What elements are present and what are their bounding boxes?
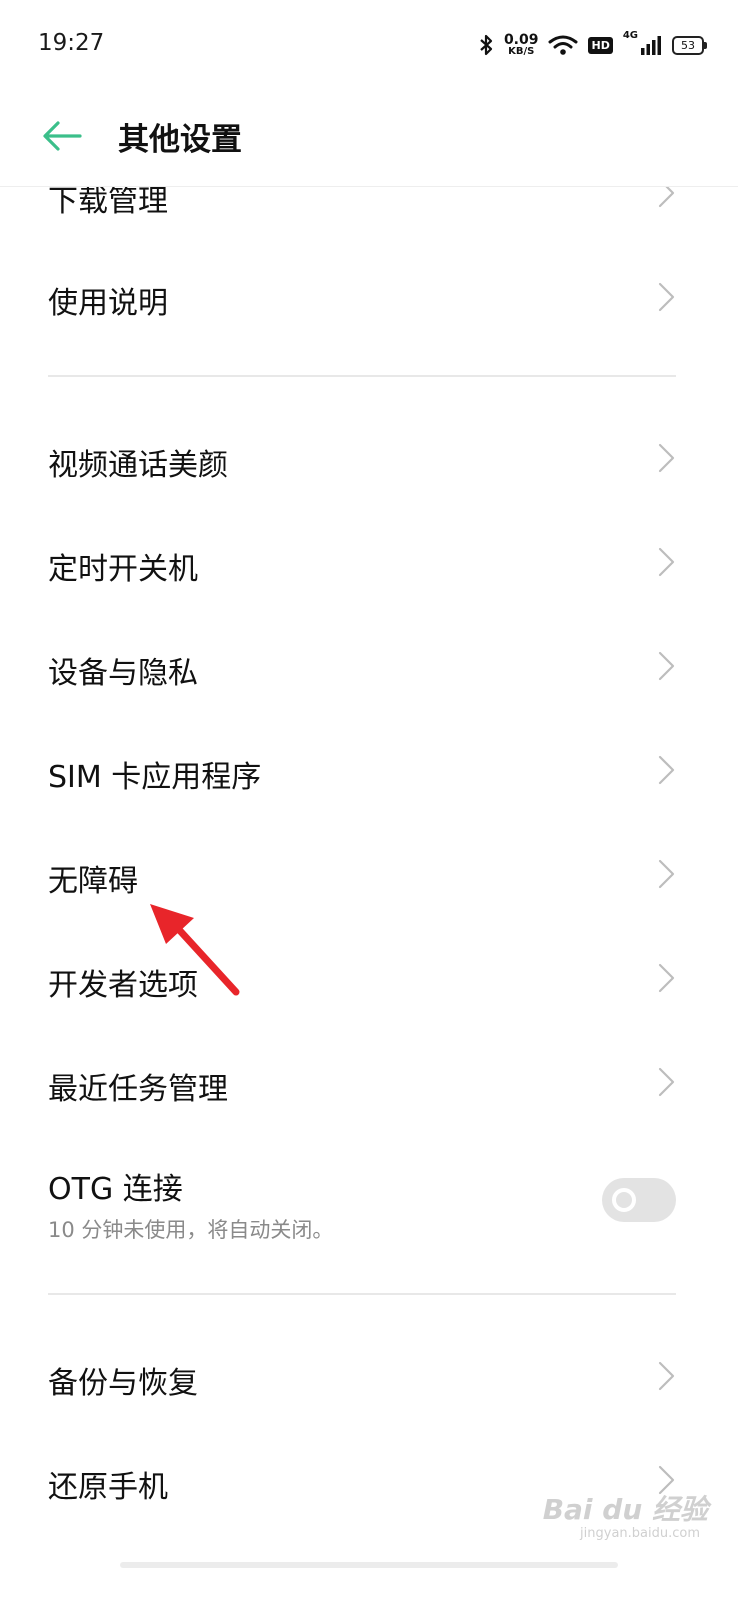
list-item-scheduled-power[interactable]: 定时开关机 — [0, 510, 738, 614]
list-item-backup-restore[interactable]: 备份与恢复 — [0, 1324, 738, 1428]
settings-list: 下载管理 使用说明 视频通话美颜 定时开关机 设备与隐私 SIM 卡应用程序 无… — [0, 0, 738, 1600]
baidu-watermark: Bai du 经验 — [542, 1493, 708, 1526]
list-item-label: 还原手机 — [48, 1470, 168, 1505]
scroll-edge-bar — [120, 1562, 618, 1568]
list-item-otg: OTG 连接 10 分钟未使用，将自动关闭。 — [0, 1134, 738, 1264]
list-item-accessibility[interactable]: 无障碍 — [0, 822, 738, 926]
list-item-label: OTG 连接 — [48, 1172, 183, 1207]
list-item-recent-tasks[interactable]: 最近任务管理 — [0, 1030, 738, 1134]
list-item-label: 无障碍 — [48, 864, 138, 899]
chevron-right-icon — [658, 651, 675, 681]
list-item-device-privacy[interactable]: 设备与隐私 — [0, 614, 738, 718]
chevron-right-icon — [658, 1361, 675, 1391]
otg-toggle[interactable] — [602, 1178, 676, 1222]
list-item-label: 定时开关机 — [48, 552, 198, 587]
list-item-video-call-beauty[interactable]: 视频通话美颜 — [0, 406, 738, 510]
list-item-developer-options[interactable]: 开发者选项 — [0, 926, 738, 1030]
chevron-right-icon — [658, 547, 675, 577]
list-item-label: 开发者选项 — [48, 968, 198, 1003]
chevron-right-icon — [658, 963, 675, 993]
toggle-knob — [612, 1188, 636, 1212]
list-item-label: 视频通话美颜 — [48, 448, 228, 483]
section-divider — [48, 375, 676, 377]
list-item-label: 设备与隐私 — [48, 656, 198, 691]
chevron-right-icon — [658, 755, 675, 785]
chevron-right-icon — [658, 443, 675, 473]
otg-description: 10 分钟未使用，将自动关闭。 — [48, 1218, 334, 1242]
baidu-watermark-url: jingyan.baidu.com — [580, 1526, 700, 1541]
back-arrow-icon[interactable] — [40, 114, 84, 158]
list-item-label: 备份与恢复 — [48, 1366, 198, 1401]
list-item-user-manual[interactable]: 使用说明 — [0, 246, 738, 350]
app-bar: 其他设置 — [0, 90, 738, 187]
chevron-right-icon — [658, 1067, 675, 1097]
list-item-label: 最近任务管理 — [48, 1072, 228, 1107]
list-item-label: SIM 卡应用程序 — [48, 760, 262, 795]
list-item-label: 使用说明 — [48, 286, 168, 321]
list-item-sim-apps[interactable]: SIM 卡应用程序 — [0, 718, 738, 822]
chevron-right-icon — [658, 282, 675, 312]
section-divider — [48, 1293, 676, 1295]
page-title: 其他设置 — [118, 122, 242, 158]
chevron-right-icon — [658, 859, 675, 889]
